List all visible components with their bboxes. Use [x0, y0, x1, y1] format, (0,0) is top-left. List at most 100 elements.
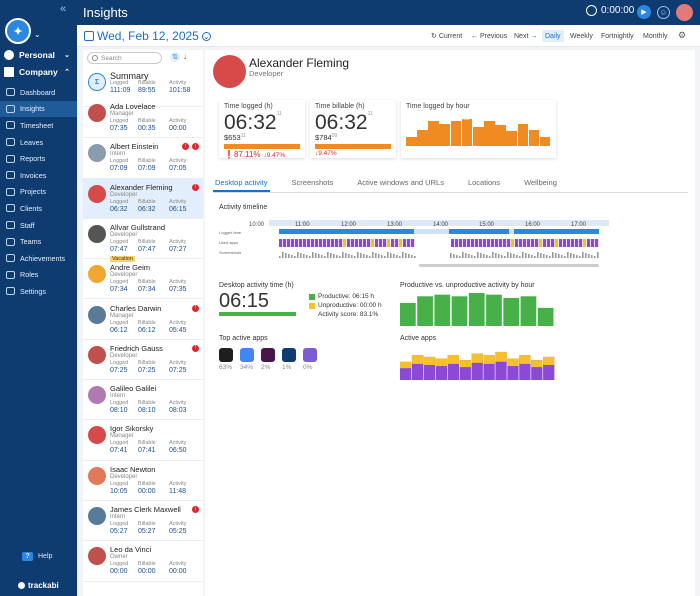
invoices-icon — [6, 171, 15, 180]
tab-locations[interactable]: Locations — [466, 175, 502, 192]
timeline-hour: 13:00 — [387, 222, 403, 228]
company-logo[interactable]: ✦ — [5, 18, 31, 44]
value-logged: 10:05 — [110, 487, 128, 495]
filter-icon[interactable]: ⚙ — [678, 30, 686, 41]
search-input[interactable]: Search — [87, 52, 162, 64]
employee-row[interactable]: Andre Geim Developer Logged 07:34 Billable 07… — [83, 259, 203, 300]
sidebar-item-label: Reports — [20, 154, 46, 164]
sidebar-item-settings[interactable]: Settings — [0, 283, 77, 300]
productive-bar — [434, 294, 451, 326]
sidebar-item-invoices[interactable]: Invoices — [0, 167, 77, 184]
employee-role: Developer — [110, 272, 138, 279]
sidebar-item-leaves[interactable]: Leaves — [0, 134, 77, 151]
app-usage-bar — [379, 239, 383, 247]
screenshot-tick — [459, 256, 461, 258]
chevron-down-icon[interactable]: ⌄ — [34, 30, 41, 39]
screenshot-tick — [360, 253, 362, 258]
employee-row[interactable]: Leo da Vinci Owner Logged 00:00 Billable 00:0… — [83, 541, 203, 582]
next-button[interactable]: Next → — [514, 30, 537, 42]
app-usage-bar — [591, 239, 595, 247]
column-label: Logged — [110, 561, 129, 568]
employee-row[interactable]: Alexander Fleming Developer Logged 06:32 Bil… — [83, 178, 203, 219]
current-button[interactable]: ↻ Current — [431, 30, 462, 42]
value-activity: 05:25 — [169, 528, 187, 535]
active-app-bar-top — [495, 351, 507, 362]
sidebar-item-staff[interactable]: Staff — [0, 217, 77, 234]
employee-row[interactable]: Friedrich Gauss Developer Logged 07:25 Billa… — [83, 340, 203, 381]
workspace-company[interactable]: Company ⌃ — [4, 67, 74, 77]
timesheet-icon — [6, 121, 15, 130]
app-usage-bar — [363, 239, 367, 247]
screenshot-tick — [333, 254, 335, 258]
app-usage-bar — [575, 239, 579, 247]
alert-badge: ! — [192, 506, 199, 513]
screenshot-tick — [510, 253, 512, 258]
column-label: Activity — [169, 440, 187, 447]
app-usage-bar — [595, 239, 599, 247]
sidebar-item-dashboard[interactable]: Dashboard — [0, 84, 77, 101]
sidebar-item-label: Insights — [20, 104, 45, 114]
sidebar-item-timesheet[interactable]: Timesheet — [0, 117, 77, 134]
sidebar-item-insights[interactable]: Insights — [0, 100, 77, 118]
screenshot-tick — [534, 256, 536, 258]
employee-row[interactable]: Isaac Newton Developer Logged 10:05 Billable… — [83, 461, 203, 501]
employee-row[interactable]: Charles Darwin Manager Logged 06:12 Billable… — [83, 300, 203, 340]
kpi-amount-cents: 11 — [240, 133, 246, 139]
timeline-scrollbar[interactable] — [419, 264, 599, 267]
productive-bar — [417, 296, 433, 326]
previous-button[interactable]: ← Previous — [471, 30, 507, 42]
tab-screenshots[interactable]: Screenshots — [290, 175, 336, 192]
sidebar-item-teams[interactable]: Teams — [0, 233, 77, 250]
screenshot-tick — [282, 252, 284, 258]
chevron-down-icon: ⌄ — [64, 52, 70, 59]
screenshot-tick — [531, 255, 533, 258]
employee-row[interactable]: Galileo Galilei Intern Logged 08:10 Billable… — [83, 380, 203, 421]
sort-direction-icon[interactable]: ↓ — [183, 52, 187, 61]
value-logged: 07:09 — [110, 165, 128, 173]
employee-row[interactable]: Albert Einstein Intern Logged 07:09 Billable… — [83, 138, 203, 179]
tab-desktop-activity[interactable]: Desktop activity — [213, 175, 270, 192]
app-usage-bar — [283, 239, 287, 247]
screenshot-tick — [378, 254, 380, 258]
mood-icon[interactable]: ☺ — [657, 6, 670, 19]
app-usage-bar — [571, 239, 575, 247]
range-monthly[interactable]: Monthly — [643, 30, 668, 42]
employee-row[interactable]: Igor Sikorsky Manager Logged 07:41 Billable 0… — [83, 420, 203, 461]
collapse-sidebar-icon[interactable]: « — [60, 3, 66, 15]
column-label: Logged — [110, 400, 129, 407]
sidebar-item-achievements[interactable]: Achievements — [0, 250, 77, 267]
column-label: Logged — [110, 359, 129, 366]
date-picker[interactable]: Wed, Feb 12, 2025 ⌄ — [84, 29, 211, 43]
range-fortnightly[interactable]: Fortnightly — [601, 30, 634, 42]
sidebar-item-roles[interactable]: Roles — [0, 267, 77, 284]
column-label: Activity — [169, 80, 187, 86]
play-button[interactable]: ▶ — [637, 5, 651, 19]
employee-row[interactable]: Ada Lovelace Manager Logged 07:35 Billable 00… — [83, 98, 203, 139]
user-avatar[interactable] — [676, 4, 693, 21]
sidebar-item-label: Invoices — [20, 170, 47, 180]
sort-icon[interactable]: ⇅ — [170, 52, 180, 62]
productive-bar — [537, 307, 554, 326]
app-usage-bar — [343, 239, 347, 247]
employee-row[interactable]: James Clerk Maxwell Intern Logged 05:27 Bill… — [83, 501, 203, 542]
score-label: Activity score: 83.1% — [318, 311, 379, 318]
sidebar-item-reports[interactable]: Reports — [0, 150, 77, 167]
hour-bar — [428, 120, 439, 146]
range-label: Daily — [545, 32, 561, 40]
workspace-personal[interactable]: Personal ⌄ — [4, 50, 74, 60]
column-label: Billable — [138, 158, 156, 165]
tab-wellbeing[interactable]: Wellbeing — [522, 175, 559, 192]
sidebar-item-clients[interactable]: Clients — [0, 200, 77, 217]
sidebar-item-projects[interactable]: Projects — [0, 184, 77, 201]
help-button[interactable]: ? Help — [22, 552, 52, 561]
range-weekly[interactable]: Weekly — [570, 30, 593, 42]
employee-row[interactable]: Allvar Gullstrand Developer Logged 07:47 Bil… — [83, 219, 203, 262]
screenshot-tick — [483, 254, 485, 258]
app-usage-bar — [483, 239, 487, 247]
app-usage-bar — [487, 239, 491, 247]
timeline-row-label: Screenshots — [219, 250, 241, 255]
screenshot-tick — [543, 254, 545, 258]
app-usage-bar — [559, 239, 563, 247]
range-daily[interactable]: Daily — [542, 30, 564, 42]
tab-active-windows-and-urls[interactable]: Active windows and URLs — [355, 175, 446, 192]
